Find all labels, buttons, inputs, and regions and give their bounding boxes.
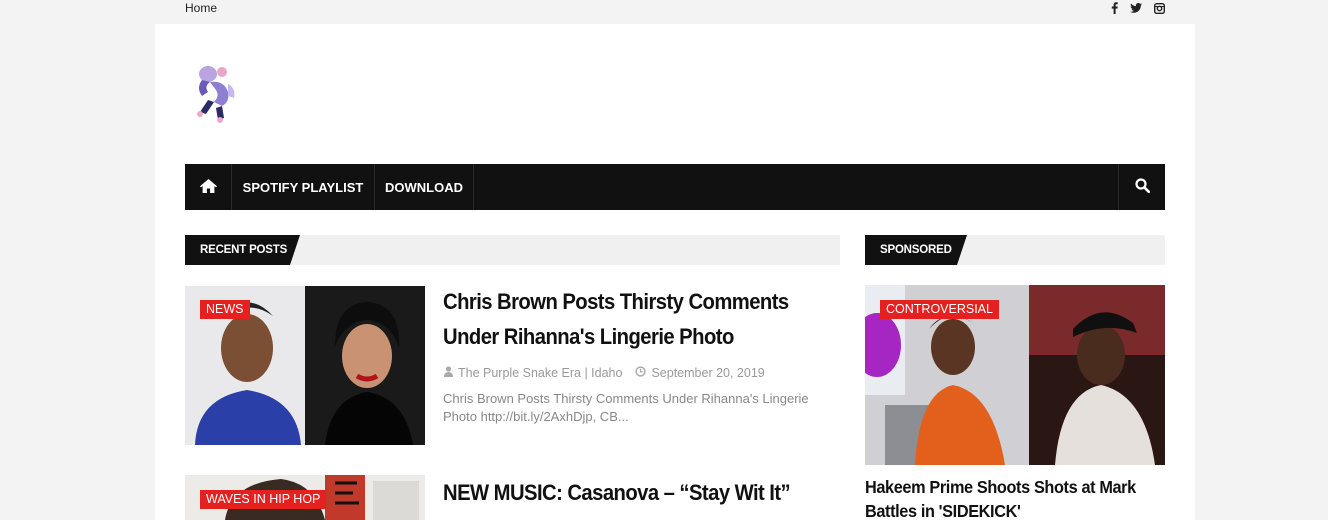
instagram-icon[interactable] xyxy=(1154,2,1165,14)
post-title-line[interactable]: Under Rihanna's Lingerie Photo xyxy=(443,319,789,354)
post-title-line[interactable]: Chris Brown Posts Thirsty Comments xyxy=(443,284,789,319)
post-excerpt-line: Photo http://bit.ly/2AxhDjp, CB... xyxy=(443,409,629,424)
post-author[interactable]: The Purple Snake Era | Idaho xyxy=(458,366,622,380)
sponsored-header: SPONSORED xyxy=(865,235,1165,265)
nav-item-spotify-playlist[interactable]: SPOTIFY PLAYLIST xyxy=(232,164,375,210)
sponsored-category-badge[interactable]: CONTROVERSIAL xyxy=(880,300,999,319)
search-icon xyxy=(1134,178,1150,196)
post-category-badge[interactable]: WAVES IN HIP HOP xyxy=(200,490,327,509)
post-category-badge[interactable]: NEWS xyxy=(200,300,250,319)
sponsored-title: SPONSORED xyxy=(865,235,967,265)
sponsored-post-title[interactable]: Hakeem Prime Shoots Shots at Mark Battle… xyxy=(865,475,1136,520)
main-nav: SPOTIFY PLAYLIST DOWNLOAD xyxy=(185,164,1165,210)
post-excerpt-line: Chris Brown Posts Thirsty Comments Under… xyxy=(443,391,809,406)
post-title[interactable]: Chris Brown Posts Thirsty Comments Under… xyxy=(443,284,789,354)
recent-posts-title: RECENT POSTS xyxy=(185,235,300,265)
home-link[interactable]: Home xyxy=(185,1,217,15)
nav-item-download[interactable]: DOWNLOAD xyxy=(375,164,474,210)
home-icon xyxy=(199,178,217,196)
post-title-line[interactable]: NEW MUSIC: Casanova – “Stay Wit It” xyxy=(443,475,791,510)
nav-home-button[interactable] xyxy=(185,164,232,210)
nav-search-button[interactable] xyxy=(1118,164,1165,210)
sponsored-title-line[interactable]: Hakeem Prime Shoots Shots at Mark xyxy=(865,475,1136,499)
twitter-icon[interactable] xyxy=(1130,3,1142,13)
facebook-icon[interactable] xyxy=(1111,2,1118,14)
post-meta: The Purple Snake Era | Idaho September 2… xyxy=(444,366,765,380)
clock-icon xyxy=(635,366,651,380)
sponsored-title-line[interactable]: Battles in 'SIDEKICK' xyxy=(865,499,1136,520)
user-icon xyxy=(444,366,458,380)
post-title[interactable]: NEW MUSIC: Casanova – “Stay Wit It” xyxy=(443,475,791,510)
recent-posts-header: RECENT POSTS xyxy=(185,235,840,265)
site-logo[interactable] xyxy=(188,62,242,124)
top-bar: Home xyxy=(155,0,1195,24)
post-date: September 20, 2019 xyxy=(651,366,765,380)
social-links xyxy=(1111,0,1165,16)
page-container: Home SPOTIFY PLAYLIST DOWNLOAD RECENT PO… xyxy=(155,0,1195,520)
post-excerpt: Chris Brown Posts Thirsty Comments Under… xyxy=(443,390,809,426)
